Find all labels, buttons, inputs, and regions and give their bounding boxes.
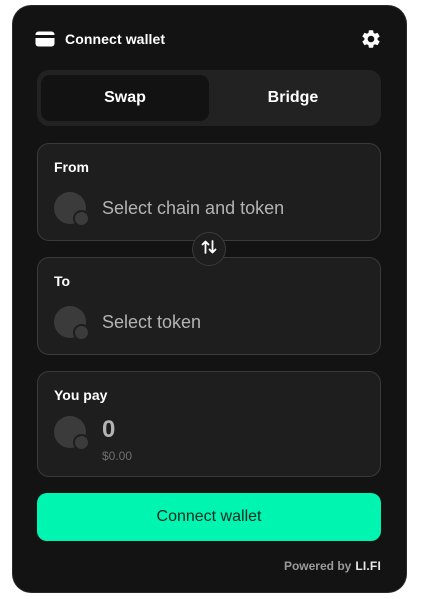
- pay-label: You pay: [54, 387, 108, 403]
- connect-wallet-button[interactable]: Connect wallet: [37, 493, 381, 541]
- powered-by: Powered by LI.FI: [284, 559, 381, 573]
- token-avatar: [54, 192, 90, 227]
- widget-container: Connect wallet Swap Bridge From Select c…: [13, 6, 406, 592]
- chain-badge: [73, 324, 90, 341]
- chain-badge: [73, 434, 90, 451]
- header: Connect wallet: [35, 28, 384, 50]
- from-placeholder: Select chain and token: [102, 198, 285, 218]
- gear-icon[interactable]: [360, 28, 382, 50]
- tab-switcher: Swap Bridge: [37, 70, 381, 126]
- to-placeholder: Select token: [102, 312, 202, 332]
- swap-direction-button[interactable]: [192, 232, 226, 266]
- powered-by-text: Powered by: [283, 559, 352, 573]
- tab-swap[interactable]: Swap: [41, 75, 209, 121]
- to-label: To: [54, 273, 71, 289]
- token-avatar: [54, 306, 90, 341]
- wallet-icon: [35, 31, 55, 47]
- swap-arrows-icon: [200, 238, 218, 261]
- fiat-value: $0.00: [102, 449, 133, 463]
- chain-badge: [73, 210, 90, 227]
- header-title: Connect wallet: [65, 31, 166, 47]
- from-token-selector[interactable]: From Select chain and token: [37, 143, 381, 241]
- pay-amount-card[interactable]: You pay 0 $0.00: [37, 371, 381, 477]
- tab-bridge[interactable]: Bridge: [209, 75, 377, 121]
- to-token-selector[interactable]: To Select token: [37, 257, 381, 355]
- lifi-brand-link[interactable]: LI.FI: [355, 559, 381, 573]
- token-avatar: [54, 416, 90, 451]
- amount-input[interactable]: 0: [102, 416, 115, 444]
- from-label: From: [54, 159, 89, 175]
